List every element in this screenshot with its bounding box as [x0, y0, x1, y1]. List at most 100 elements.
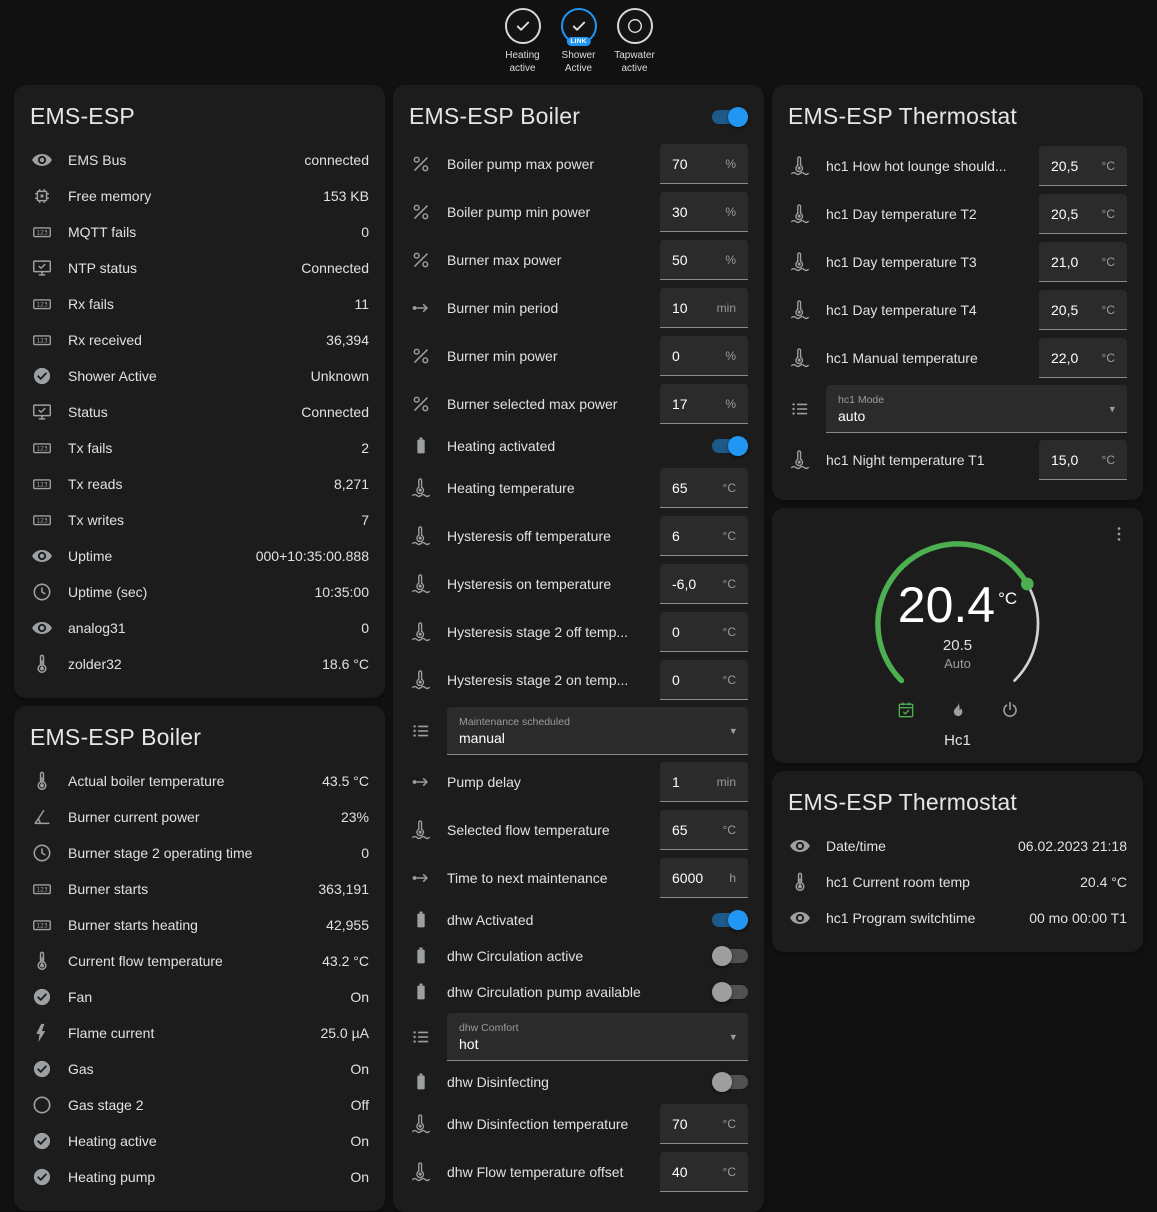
entity-row[interactable]: Free memory153 KB [30, 178, 369, 214]
entity-label: dhw Activated [447, 912, 698, 928]
svg-text:123: 123 [36, 229, 48, 236]
status-badge[interactable]: Tapwater active [609, 8, 661, 75]
entity-rows: Boiler pump max power70%Boiler pump min … [409, 140, 748, 1196]
number-input[interactable]: 15,0°C [1039, 440, 1127, 480]
number-input[interactable]: 20,5°C [1039, 290, 1127, 330]
toggle-switch[interactable] [712, 949, 748, 963]
entity-row[interactable]: NTP statusConnected [30, 250, 369, 286]
entity-row[interactable]: GasOn [30, 1051, 369, 1087]
entity-row[interactable]: Shower ActiveUnknown [30, 358, 369, 394]
status-badge[interactable]: Heating active [497, 8, 549, 75]
status-badge[interactable]: LINKShower Active [553, 8, 605, 75]
number-unit: °C [723, 673, 736, 687]
entity-row[interactable]: 123Rx received36,394 [30, 322, 369, 358]
entity-row[interactable]: 123Burner starts heating42,955 [30, 907, 369, 943]
entity-row[interactable]: analog310 [30, 610, 369, 646]
number-input[interactable]: -6,0°C [660, 564, 748, 604]
number-input[interactable]: 0% [660, 336, 748, 376]
entity-row: hc1 Day temperature T321,0°C [788, 238, 1127, 286]
toggle-switch[interactable] [712, 913, 748, 927]
entity-row[interactable]: 123Tx reads8,271 [30, 466, 369, 502]
number-input[interactable]: 50% [660, 240, 748, 280]
entity-row[interactable]: Flame current25.0 µA [30, 1015, 369, 1051]
number-value: 65 [672, 480, 688, 496]
entity-row[interactable]: Burner current power23% [30, 799, 369, 835]
entity-row[interactable]: Actual boiler temperature43.5 °C [30, 763, 369, 799]
number-input[interactable]: 0°C [660, 660, 748, 700]
number-unit: % [725, 157, 736, 171]
entity-label: zolder32 [68, 656, 308, 672]
number-input[interactable]: 21,0°C [1039, 242, 1127, 282]
entity-row[interactable]: Heating pumpOn [30, 1159, 369, 1195]
schedule-mode-button[interactable] [888, 692, 924, 728]
card-power-toggle[interactable] [712, 110, 748, 124]
entity-row[interactable]: FanOn [30, 979, 369, 1015]
entity-value: 06.02.2023 21:18 [1018, 838, 1127, 854]
number-input[interactable]: 17% [660, 384, 748, 424]
number-input[interactable]: 40°C [660, 1152, 748, 1192]
entity-row[interactable]: Gas stage 2Off [30, 1087, 369, 1123]
card-title: EMS-ESP Thermostat [788, 103, 1127, 130]
number-input[interactable]: 6°C [660, 516, 748, 556]
number-input[interactable]: 30% [660, 192, 748, 232]
heat-mode-button[interactable] [940, 692, 976, 728]
toggle-switch[interactable] [712, 439, 748, 453]
entity-label: hc1 Day temperature T2 [826, 206, 1025, 222]
toggle-switch[interactable] [712, 1075, 748, 1089]
entity-row[interactable]: zolder3218.6 °C [30, 646, 369, 682]
hvac-mode-label: Auto [944, 656, 971, 671]
select-input[interactable]: dhw Comforthot▾ [447, 1013, 748, 1061]
number-input[interactable]: 70% [660, 144, 748, 184]
entity-row[interactable]: StatusConnected [30, 394, 369, 430]
entity-rows: EMS BusconnectedFree memory153 KB123MQTT… [30, 142, 369, 682]
card-ems-esp-boiler-controls: EMS-ESP Boiler Boiler pump max power70%B… [393, 85, 764, 1212]
entity-row: Selected flow temperature65°C [409, 806, 748, 854]
entity-row[interactable]: 123Tx writes7 [30, 502, 369, 538]
dots-vertical-icon [1109, 524, 1129, 544]
entity-row[interactable]: 123Burner starts363,191 [30, 871, 369, 907]
entity-label: Heating activated [447, 438, 698, 454]
toggle-thumb [712, 982, 732, 1002]
number-input[interactable]: 1min [660, 762, 748, 802]
entity-row[interactable]: Uptime000+10:35:00.888 [30, 538, 369, 574]
toggle-switch[interactable] [712, 985, 748, 999]
entity-row[interactable]: 123Rx fails11 [30, 286, 369, 322]
select-input[interactable]: hc1 Modeauto▾ [826, 385, 1127, 433]
entity-row[interactable]: Burner stage 2 operating time0 [30, 835, 369, 871]
entity-row[interactable]: hc1 Program switchtime00 mo 00:00 T1 [788, 900, 1127, 936]
toggle-thumb [712, 946, 732, 966]
chevron-down-icon: ▾ [1109, 402, 1115, 415]
entity-label: Tx reads [68, 476, 320, 492]
select-input[interactable]: Maintenance scheduledmanual▾ [447, 707, 748, 755]
entity-label: Burner max power [447, 252, 646, 268]
entity-value: Connected [301, 260, 369, 276]
list-icon [409, 720, 433, 742]
clock-icon [30, 581, 54, 603]
entity-row[interactable]: Current flow temperature43.2 °C [30, 943, 369, 979]
entity-row[interactable]: EMS Busconnected [30, 142, 369, 178]
number-input[interactable]: 70°C [660, 1104, 748, 1144]
temperature-water-icon [409, 669, 433, 691]
entity-row[interactable]: Uptime (sec)10:35:00 [30, 574, 369, 610]
number-input[interactable]: 6000h [660, 858, 748, 898]
off-mode-button[interactable] [992, 692, 1028, 728]
number-unit: °C [723, 1165, 736, 1179]
svg-text:123: 123 [36, 337, 48, 344]
number-input[interactable]: 0°C [660, 612, 748, 652]
number-input[interactable]: 65°C [660, 468, 748, 508]
number-unit: °C [1102, 207, 1115, 221]
entity-label: dhw Disinfecting [447, 1074, 698, 1090]
number-input[interactable]: 20,5°C [1039, 194, 1127, 234]
entity-row[interactable]: Date/time06.02.2023 21:18 [788, 828, 1127, 864]
number-input[interactable]: 20,5°C [1039, 146, 1127, 186]
entity-row[interactable]: Heating activeOn [30, 1123, 369, 1159]
number-input[interactable]: 10min [660, 288, 748, 328]
entity-row[interactable]: 123MQTT fails0 [30, 214, 369, 250]
number-input[interactable]: 22,0°C [1039, 338, 1127, 378]
entity-row[interactable]: hc1 Current room temp20.4 °C [788, 864, 1127, 900]
more-options-button[interactable] [1101, 516, 1137, 552]
entity-row[interactable]: 123Tx fails2 [30, 430, 369, 466]
target-temperature: 20.5 [943, 637, 972, 654]
number-value: 0 [672, 624, 680, 640]
number-input[interactable]: 65°C [660, 810, 748, 850]
